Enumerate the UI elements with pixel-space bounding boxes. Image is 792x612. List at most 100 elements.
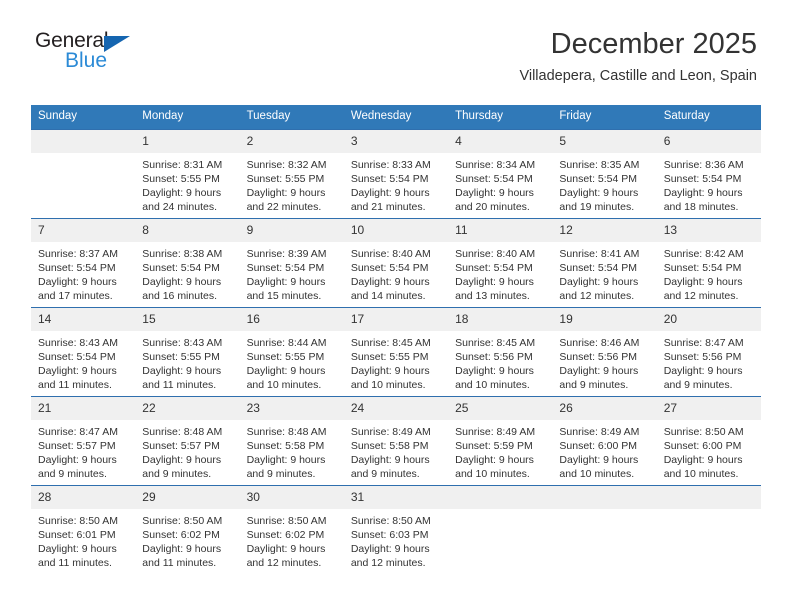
day-detail-line: and 24 minutes. bbox=[142, 201, 217, 214]
day-detail-line: and 10 minutes. bbox=[455, 468, 530, 481]
calendar-day-cell[interactable]: 19 Sunrise: 8:46 AM Sunset: 5:56 PM Dayligh… bbox=[552, 306, 657, 397]
day-detail-line: Daylight: 9 hours bbox=[142, 454, 222, 467]
calendar-day-cell[interactable]: 1 Sunrise: 8:31 AM Sunset: 5:55 PM Daylight… bbox=[135, 128, 240, 219]
weekday-header-thursday: Thursday bbox=[448, 105, 553, 130]
day-sun-details: Sunrise: 8:49 AM Sunset: 6:00 PM Daylight:… bbox=[552, 420, 656, 482]
day-detail-line: Sunset: 5:54 PM bbox=[455, 173, 533, 185]
day-number: 6 bbox=[656, 129, 761, 153]
day-sun-details: Sunrise: 8:41 AM Sunset: 5:54 PM Daylight:… bbox=[552, 242, 656, 304]
day-sun-details: Sunrise: 8:45 AM Sunset: 5:56 PM Daylight:… bbox=[448, 331, 552, 393]
day-detail-line: Sunrise: 8:48 AM bbox=[142, 425, 223, 438]
calendar-day-cell[interactable]: 28 Sunrise: 8:50 AM Sunset: 6:01 PM Dayligh… bbox=[31, 484, 136, 574]
day-detail-line: Daylight: 9 hours bbox=[142, 365, 222, 378]
page-subtitle: Villadepera, Castille and Leon, Spain bbox=[519, 68, 757, 85]
day-detail-line: and 10 minutes. bbox=[559, 468, 635, 481]
day-detail-line: Daylight: 9 hours bbox=[455, 454, 534, 467]
calendar-day-cell[interactable]: 27 Sunrise: 8:50 AM Sunset: 6:00 PM Dayligh… bbox=[656, 395, 761, 486]
day-sun-details: Sunrise: 8:44 AM Sunset: 5:55 PM Daylight:… bbox=[240, 331, 344, 393]
weekday-header-monday: Monday bbox=[135, 105, 240, 130]
calendar-day-cell[interactable]: 15 Sunrise: 8:43 AM Sunset: 5:55 PM Dayligh… bbox=[135, 306, 240, 397]
calendar-day-cell[interactable]: 3 Sunrise: 8:33 AM Sunset: 5:54 PM Daylight… bbox=[343, 128, 449, 219]
day-number: 21 bbox=[31, 396, 136, 420]
day-detail-line: Daylight: 9 hours bbox=[246, 365, 326, 378]
day-number: 30 bbox=[239, 485, 344, 509]
calendar-day-cell[interactable]: 25 Sunrise: 8:49 AM Sunset: 5:59 PM Dayligh… bbox=[448, 395, 553, 486]
day-detail-line: and 19 minutes. bbox=[559, 201, 635, 214]
calendar-day-cell[interactable]: 7 Sunrise: 8:37 AM Sunset: 5:54 PM Daylight… bbox=[31, 217, 136, 308]
day-detail-line: Sunrise: 8:35 AM bbox=[559, 158, 640, 171]
calendar-day-cell[interactable]: 31 Sunrise: 8:50 AM Sunset: 6:03 PM Dayligh… bbox=[343, 484, 449, 574]
calendar-day-cell[interactable]: 17 Sunrise: 8:45 AM Sunset: 5:55 PM Dayligh… bbox=[343, 306, 449, 397]
day-sun-details: Sunrise: 8:47 AM Sunset: 5:57 PM Daylight:… bbox=[31, 420, 135, 482]
calendar-day-cell[interactable]: 8 Sunrise: 8:38 AM Sunset: 5:54 PM Daylight… bbox=[135, 217, 240, 308]
calendar-day-cell[interactable]: 18 Sunrise: 8:45 AM Sunset: 5:56 PM Dayligh… bbox=[448, 306, 553, 397]
calendar-week-row: 21 Sunrise: 8:47 AM Sunset: 5:57 PM Dayligh… bbox=[31, 395, 761, 486]
day-detail-line: Sunrise: 8:49 AM bbox=[559, 425, 640, 438]
day-detail-line: Daylight: 9 hours bbox=[455, 365, 534, 378]
day-detail-line: Sunset: 6:00 PM bbox=[663, 440, 742, 452]
day-detail-line: and 17 minutes. bbox=[38, 290, 113, 303]
day-detail-line: Sunrise: 8:33 AM bbox=[350, 158, 431, 171]
day-detail-line: and 9 minutes. bbox=[142, 468, 212, 481]
calendar-day-cell[interactable]: 29 Sunrise: 8:50 AM Sunset: 6:02 PM Dayligh… bbox=[135, 484, 240, 574]
day-detail-line: Sunrise: 8:43 AM bbox=[38, 336, 118, 349]
calendar-day-cell[interactable]: 20 Sunrise: 8:47 AM Sunset: 5:56 PM Dayligh… bbox=[656, 306, 761, 397]
day-sun-details: Sunrise: 8:40 AM Sunset: 5:54 PM Daylight:… bbox=[344, 242, 448, 304]
calendar-day-cell[interactable]: 4 Sunrise: 8:34 AM Sunset: 5:54 PM Daylight… bbox=[448, 128, 553, 219]
calendar-day-cell[interactable]: 30 Sunrise: 8:50 AM Sunset: 6:02 PM Dayligh… bbox=[239, 484, 344, 574]
calendar-day-cell[interactable]: 13 Sunrise: 8:42 AM Sunset: 5:54 PM Dayligh… bbox=[656, 217, 761, 308]
calendar-day-cell[interactable]: 6 Sunrise: 8:36 AM Sunset: 5:54 PM Daylight… bbox=[656, 128, 761, 219]
calendar-day-cell[interactable]: 5 Sunrise: 8:35 AM Sunset: 5:54 PM Daylight… bbox=[552, 128, 657, 219]
day-detail-line: Daylight: 9 hours bbox=[38, 276, 117, 289]
calendar-day-cell[interactable]: 22 Sunrise: 8:48 AM Sunset: 5:57 PM Dayligh… bbox=[135, 395, 240, 486]
day-detail-line: Sunset: 6:01 PM bbox=[38, 529, 116, 541]
day-number: 12 bbox=[552, 218, 657, 242]
day-detail-line: Sunrise: 8:49 AM bbox=[350, 425, 431, 438]
day-number: 31 bbox=[343, 485, 449, 509]
day-sun-details: Sunrise: 8:43 AM Sunset: 5:55 PM Daylight:… bbox=[135, 331, 239, 393]
day-detail-line: Daylight: 9 hours bbox=[38, 454, 117, 467]
day-detail-line: Sunset: 5:57 PM bbox=[38, 440, 116, 452]
calendar-day-cell[interactable]: 21 Sunrise: 8:47 AM Sunset: 5:57 PM Dayligh… bbox=[31, 395, 136, 486]
calendar-day-cell[interactable]: 2 Sunrise: 8:32 AM Sunset: 5:55 PM Daylight… bbox=[239, 128, 344, 219]
day-detail-line: Daylight: 9 hours bbox=[350, 187, 430, 200]
day-number: 10 bbox=[343, 218, 449, 242]
day-detail-line: Sunset: 6:00 PM bbox=[559, 440, 638, 452]
page-title: December 2025 bbox=[550, 28, 757, 60]
day-detail-line: Sunset: 5:56 PM bbox=[559, 351, 638, 363]
calendar-day-cell[interactable]: 12 Sunrise: 8:41 AM Sunset: 5:54 PM Dayligh… bbox=[552, 217, 657, 308]
day-detail-line: and 11 minutes. bbox=[38, 557, 112, 570]
calendar-day-cell[interactable]: 11 Sunrise: 8:40 AM Sunset: 5:54 PM Dayligh… bbox=[448, 217, 553, 308]
day-detail-line: Daylight: 9 hours bbox=[663, 187, 743, 200]
calendar-day-cell[interactable]: 24 Sunrise: 8:49 AM Sunset: 5:58 PM Dayligh… bbox=[343, 395, 449, 486]
day-detail-line: Sunset: 5:54 PM bbox=[350, 262, 429, 274]
day-number: 29 bbox=[135, 485, 240, 509]
weekday-header-friday: Friday bbox=[552, 105, 657, 130]
calendar-week-row: 1 Sunrise: 8:31 AM Sunset: 5:55 PM Daylight… bbox=[31, 128, 761, 219]
day-detail-line: Sunset: 5:54 PM bbox=[38, 351, 116, 363]
day-detail-line: Sunset: 5:59 PM bbox=[455, 440, 533, 452]
calendar-day-cell[interactable]: 23 Sunrise: 8:48 AM Sunset: 5:58 PM Dayligh… bbox=[239, 395, 344, 486]
calendar-day-cell[interactable]: 10 Sunrise: 8:40 AM Sunset: 5:54 PM Dayligh… bbox=[343, 217, 449, 308]
weekday-header-row: Sunday Monday Tuesday Wednesday Thursday Frid… bbox=[31, 105, 761, 130]
day-detail-line: Daylight: 9 hours bbox=[559, 276, 639, 289]
day-sun-details: Sunrise: 8:32 AM Sunset: 5:55 PM Daylight:… bbox=[240, 153, 344, 215]
day-detail-line: and 20 minutes. bbox=[455, 201, 530, 214]
day-number: 27 bbox=[656, 396, 761, 420]
day-sun-details: Sunrise: 8:37 AM Sunset: 5:54 PM Daylight:… bbox=[31, 242, 135, 304]
day-detail-line: Sunrise: 8:38 AM bbox=[142, 247, 223, 260]
day-number: 3 bbox=[343, 129, 449, 153]
calendar-day-cell[interactable]: 16 Sunrise: 8:44 AM Sunset: 5:55 PM Dayligh… bbox=[239, 306, 344, 397]
calendar-day-cell[interactable]: 9 Sunrise: 8:39 AM Sunset: 5:54 PM Daylight… bbox=[239, 217, 344, 308]
day-number: 11 bbox=[448, 218, 553, 242]
day-detail-line: and 9 minutes. bbox=[350, 468, 420, 481]
day-detail-line: Sunrise: 8:47 AM bbox=[663, 336, 744, 349]
day-detail-line: Daylight: 9 hours bbox=[350, 454, 430, 467]
calendar-day-cell[interactable]: 26 Sunrise: 8:49 AM Sunset: 6:00 PM Dayligh… bbox=[552, 395, 657, 486]
day-sun-details: Sunrise: 8:40 AM Sunset: 5:54 PM Daylight:… bbox=[448, 242, 552, 304]
day-detail-line: Sunset: 5:55 PM bbox=[350, 351, 429, 363]
calendar-day-cell[interactable]: 14 Sunrise: 8:43 AM Sunset: 5:54 PM Dayligh… bbox=[31, 306, 136, 397]
day-detail-line: Sunset: 5:54 PM bbox=[559, 173, 638, 185]
day-detail-line: Daylight: 9 hours bbox=[559, 187, 639, 200]
day-detail-line: Sunset: 6:03 PM bbox=[350, 529, 429, 541]
